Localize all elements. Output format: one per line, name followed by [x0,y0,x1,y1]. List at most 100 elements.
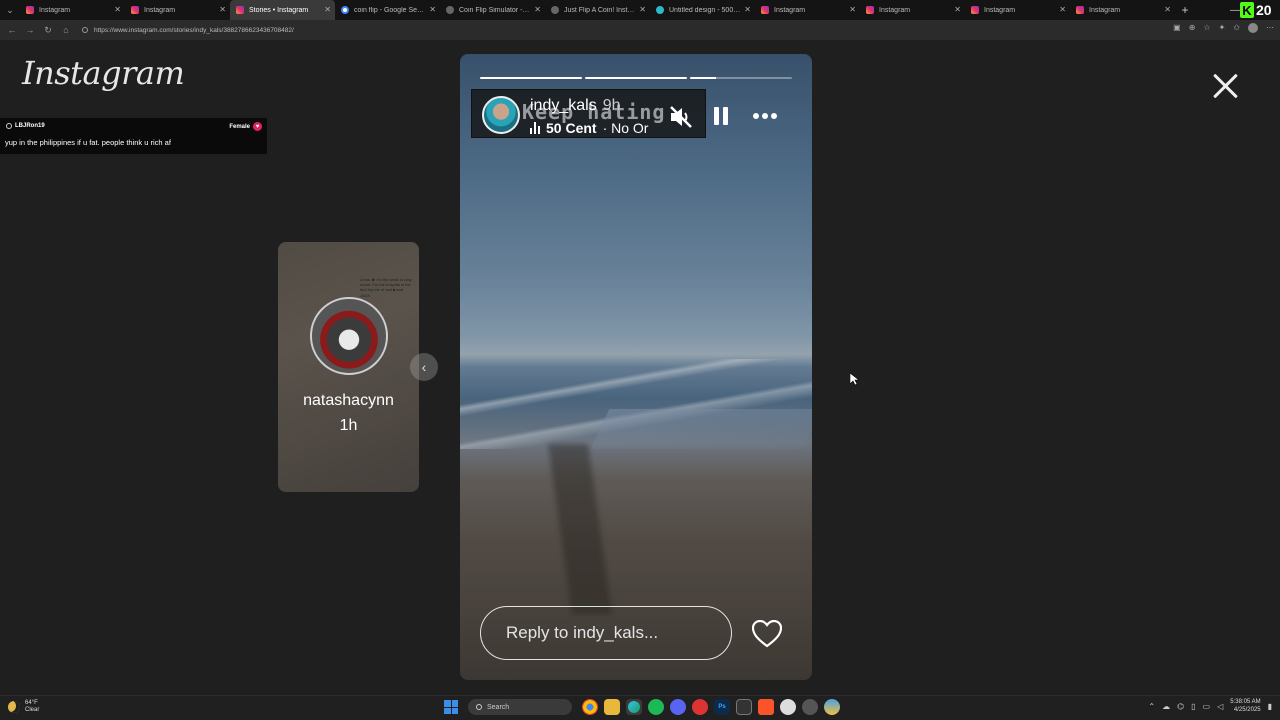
bookmark-star-icon[interactable]: ☆ [1203,23,1210,33]
preview-username: natashacynn [303,392,394,409]
browser-tab[interactable]: Instagram ✕ [755,0,860,20]
obs-icon[interactable] [802,699,818,715]
edge-icon[interactable] [626,699,642,715]
previous-story-chevron-icon[interactable]: ‹ [410,353,438,381]
onedrive-icon[interactable]: ☁ [1162,702,1170,711]
file-explorer-icon[interactable] [604,699,620,715]
browser-tab[interactable]: Just Flip A Coin! Instant 50/5✕ [545,0,650,20]
new-tab-button[interactable]: + [1175,3,1195,17]
tab-close-icon[interactable]: ✕ [849,5,856,14]
chevron-up-icon[interactable]: ⌃ [1148,702,1155,711]
taskbar-apps: Search Ps [444,699,840,715]
tab-close-icon[interactable]: ✕ [534,5,541,14]
brave-icon[interactable] [758,699,774,715]
weather-widget[interactable]: 64°F Clear [8,700,39,714]
tab-close-icon[interactable]: ✕ [954,5,961,14]
browser-tab[interactable]: Untitled design - 500 × 500p✕ [650,0,755,20]
weather-temp: 64°F [25,700,38,706]
heart-like-icon[interactable] [752,620,782,648]
tab-close-icon[interactable]: ✕ [1164,5,1171,14]
moon-icon [8,701,20,714]
app-icon-red[interactable] [692,699,708,715]
story-progress-bars [480,77,792,79]
tab-close-icon[interactable]: ✕ [1059,5,1066,14]
app-icon-white[interactable] [780,699,796,715]
instagram-logo[interactable]: Instagram [22,54,185,92]
browser-tab[interactable]: Instagram ✕ [860,0,965,20]
notification-icon[interactable]: ▮ [1268,702,1272,711]
site-info-icon[interactable] [82,27,88,33]
browser-tab[interactable]: Instagram ✕ [1070,0,1175,20]
music-equalizer-icon [530,122,540,134]
browser-tab[interactable]: Coin Flip Simulator - Flip a C✕ [440,0,545,20]
mic-icon[interactable]: ▯ [1191,702,1195,711]
preview-time: 1h [339,417,358,434]
reply-input[interactable] [480,606,732,660]
tab-list: Instagram ✕ Instagram ✕ Stories • Instagram ✕… [20,0,1175,20]
display-icon[interactable]: ▭ [1203,702,1211,711]
instagram-icon [761,6,769,14]
extensions-icon[interactable]: ✦ [1219,23,1226,33]
reload-icon[interactable]: ↻ [42,25,54,36]
volume-icon[interactable]: ◁ [1217,702,1223,711]
tab-close-icon[interactable]: ✕ [429,5,436,14]
globe-icon [446,6,454,14]
story-username[interactable]: indy_kals 9h [530,97,621,115]
chrome-icon[interactable] [582,699,598,715]
pause-icon[interactable] [714,107,730,125]
tab-close-icon[interactable]: ✕ [744,5,751,14]
browser-tab[interactable]: Instagram ✕ [20,0,125,20]
story-avatar[interactable] [482,96,520,134]
minimize-icon[interactable]: — [1230,5,1240,16]
instagram-icon [131,6,139,14]
google-icon [341,6,349,14]
profile-avatar-icon[interactable] [1248,23,1258,33]
instagram-icon [971,6,979,14]
discord-icon[interactable] [670,699,686,715]
close-icon[interactable] [1210,70,1240,100]
app-icon-globe[interactable] [824,699,840,715]
window-controls: — [1230,0,1240,20]
favorites-icon[interactable]: ✩ [1233,23,1240,33]
forward-icon[interactable]: → [24,25,36,35]
tab-label: coin flip - Google Search [354,6,426,14]
preview-avatar [310,297,388,375]
home-icon[interactable]: ⌂ [60,25,72,35]
clock[interactable]: 5:38:05 AM 4/25/2025 [1230,699,1260,715]
canva-icon [656,6,664,14]
search-icon [476,704,482,710]
tab-label: Stories • Instagram [249,6,309,14]
windows-start-icon[interactable] [444,700,458,714]
tab-close-icon[interactable]: ✕ [324,5,331,14]
app-install-icon[interactable]: ▣ [1173,23,1181,33]
story-music[interactable]: 50 Cent · No Or [530,120,648,136]
taskbar-search[interactable]: Search [468,699,572,715]
browser-tab[interactable]: Stories • Instagram ✕ [230,0,335,20]
browser-tab[interactable]: Instagram ✕ [125,0,230,20]
tab-list-menu-icon[interactable]: ⌄ [0,0,20,20]
zoom-icon[interactable]: ⊕ [1189,23,1196,33]
tab-close-icon[interactable]: ✕ [114,5,121,14]
browser-tab[interactable]: Instagram ✕ [965,0,1070,20]
tab-close-icon[interactable]: ✕ [219,5,226,14]
browser-tab[interactable]: coin flip - Google Search ✕ [335,0,440,20]
muted-speaker-icon[interactable] [668,104,694,130]
terminal-icon[interactable] [736,699,752,715]
more-options-icon[interactable] [753,113,777,119]
photoshop-icon[interactable]: Ps [714,699,730,715]
back-icon[interactable]: ← [6,25,18,35]
story-dim [460,54,812,680]
tab-close-icon[interactable]: ✕ [639,5,646,14]
previous-story-card[interactable]: Lmao ☻ I'm the weak to play nurse. Put t… [278,242,419,492]
tab-label: Instagram [879,6,911,14]
chat-overlay: LBJRon19 Female ♥ yup in the philippines… [0,118,267,154]
story-frame[interactable]: Keep hating indy_kals 9h 50 Cent · No Or [460,54,812,680]
user-icon [6,123,12,129]
browser-menu-icon[interactable]: ⋯ [1266,23,1274,33]
network-icon[interactable]: ⌬ [1177,702,1184,711]
url-field[interactable]: https://www.instagram.com/stories/indy_k… [82,23,1162,37]
tab-label: Untitled design - 500 × 500p [669,6,741,14]
spotify-icon[interactable] [648,699,664,715]
kick-badge-number: 20 [1256,2,1272,18]
tab-label: Instagram [1089,6,1121,14]
